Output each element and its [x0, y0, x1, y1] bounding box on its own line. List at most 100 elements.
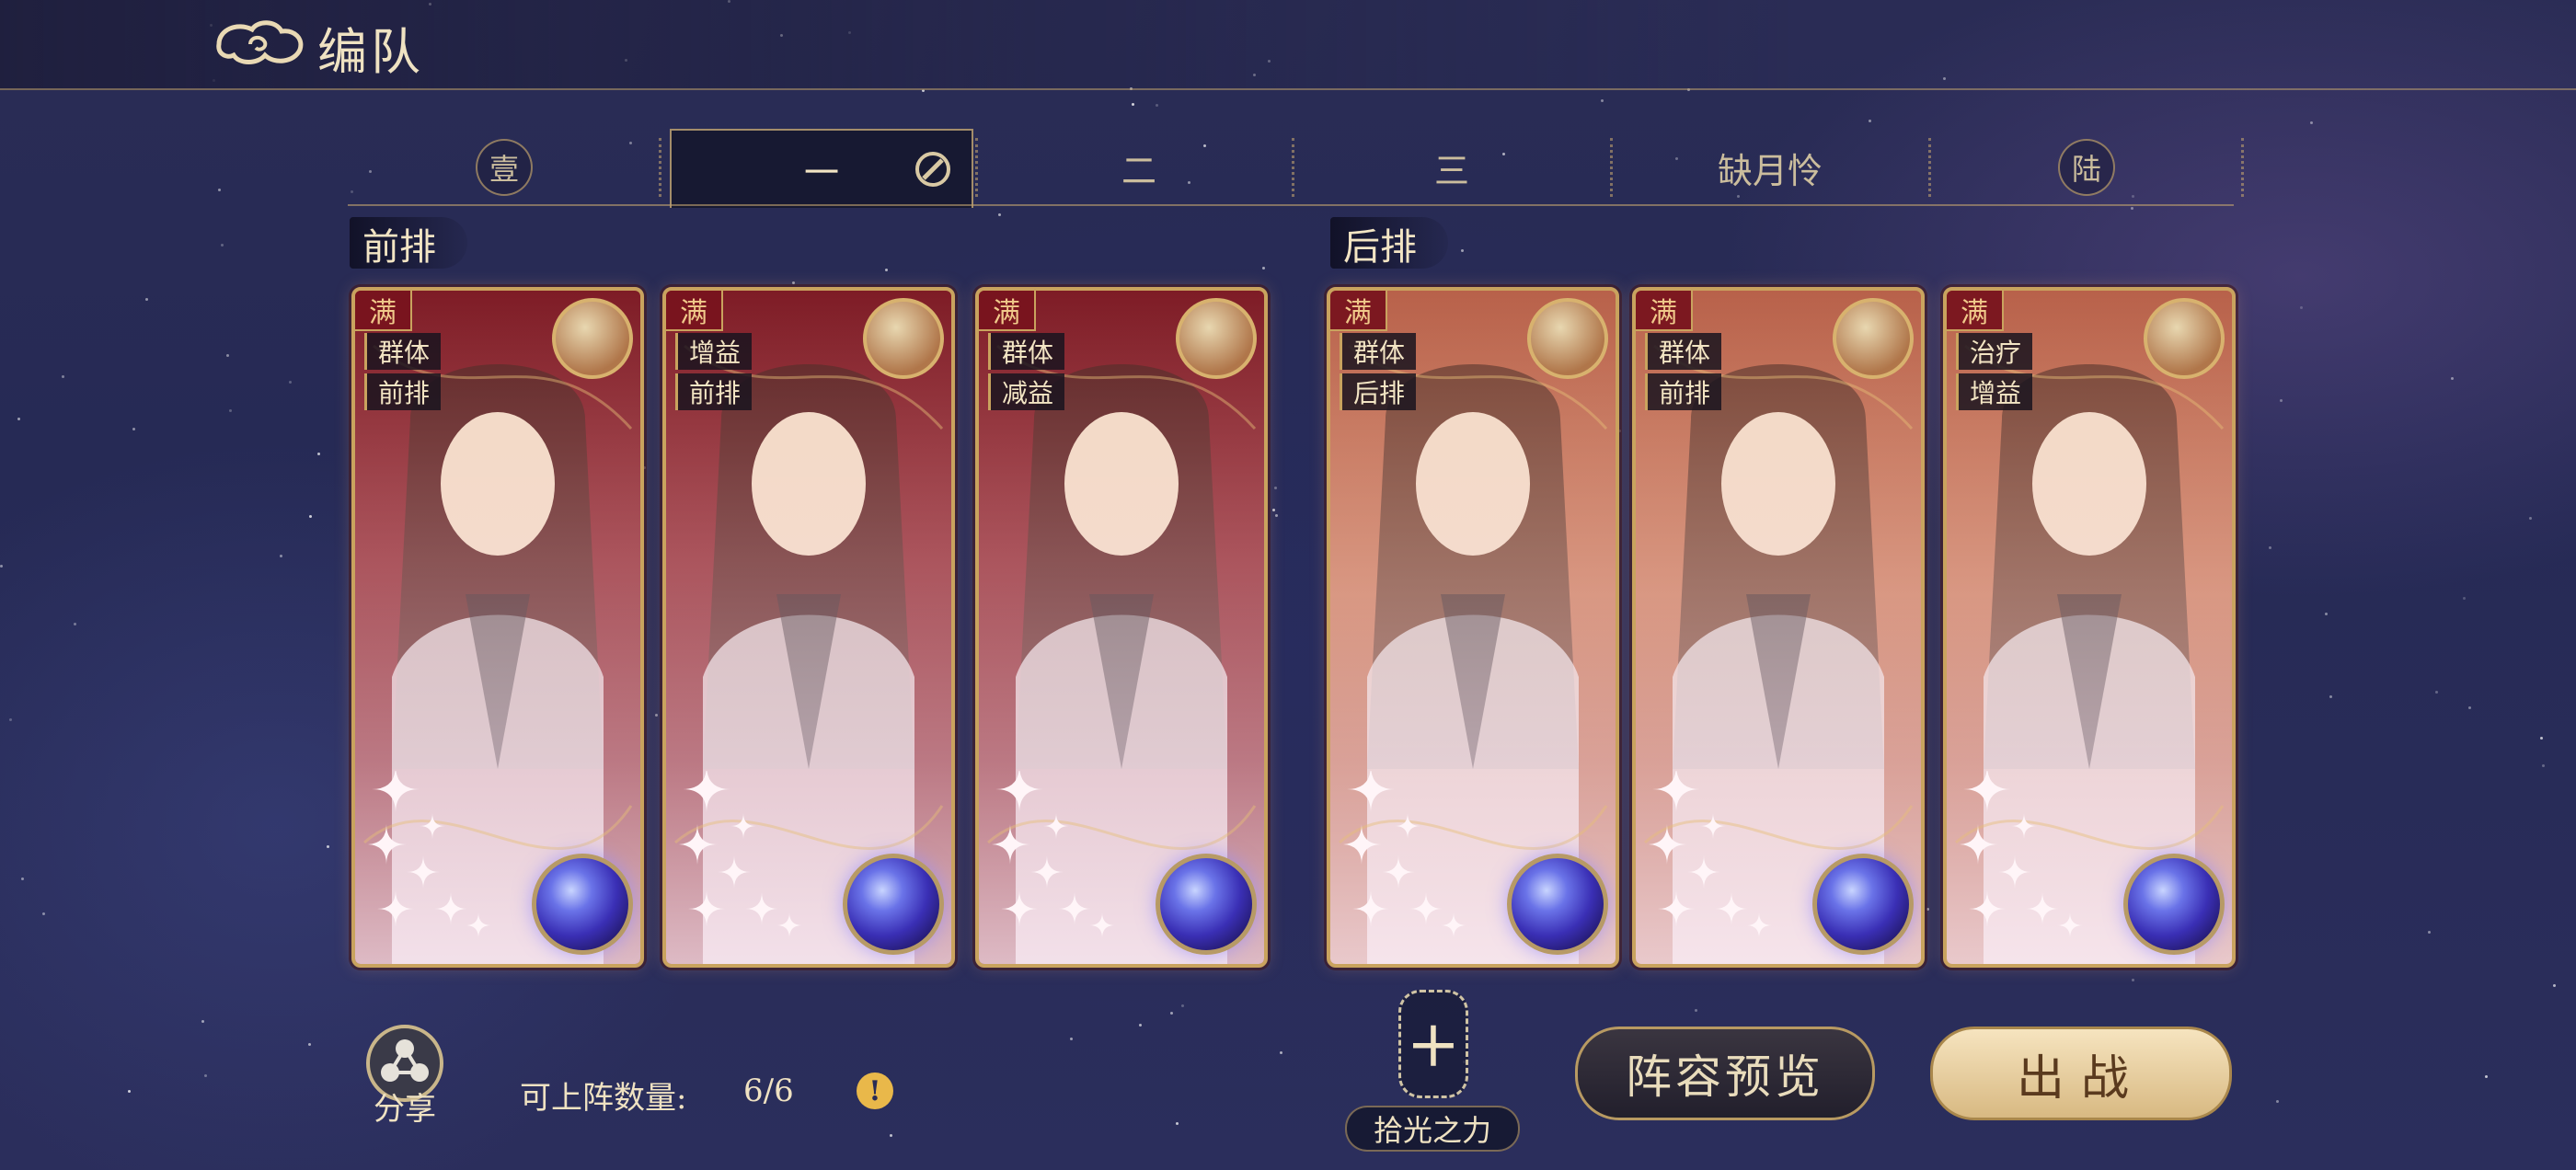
star-dot [2428, 931, 2431, 934]
role-tag: 后排 [1340, 373, 1417, 410]
white-goat-pet-icon[interactable] [2144, 298, 2225, 379]
star-dot [2468, 706, 2471, 709]
star-dot [2463, 597, 2466, 600]
role-tag: 增益 [1956, 373, 2033, 410]
star-dot [1280, 1051, 1282, 1054]
battle-button[interactable]: 出战 [1930, 1027, 2232, 1120]
star-rank-icon [1960, 771, 2083, 938]
character-card[interactable]: 满 群体 后排 [1327, 287, 1619, 968]
max-level-badge: 满 [979, 291, 1036, 331]
character-card[interactable]: 满 增益 前排 [662, 287, 955, 968]
star-dot [890, 1134, 892, 1137]
star-dot [1601, 99, 1604, 102]
deploy-count-value: 6/6 [743, 1072, 794, 1109]
info-icon[interactable]: ! [857, 1072, 893, 1109]
back-row-label: 后排 [1330, 217, 1448, 269]
power-label: 拾光之力 [1345, 1106, 1520, 1152]
edit-name-icon[interactable] [913, 149, 953, 189]
tab-separator [659, 138, 663, 197]
spirit-orb-icon[interactable] [1156, 854, 1257, 955]
character-card[interactable]: 满 群体 减益 [975, 287, 1268, 968]
star-dot [2553, 984, 2556, 987]
white-ghost-pet-icon[interactable] [1527, 298, 1608, 379]
star-dot [1275, 514, 1278, 517]
tab-4[interactable]: 三 [1295, 129, 1608, 206]
role-tag: 前排 [1645, 373, 1722, 410]
tab-5[interactable]: 缺月怜 [1614, 129, 1926, 206]
character-card[interactable]: 满 群体 前排 [351, 287, 644, 968]
star-dot [2269, 546, 2271, 549]
team-tabs: 壹 一 二 三 缺月怜 陆 [348, 129, 2244, 208]
spirit-orb-icon[interactable] [1507, 854, 1608, 955]
star-dot [1132, 103, 1134, 106]
spirit-orb-icon[interactable] [1812, 854, 1914, 955]
star-dot [21, 878, 24, 880]
role-tag: 治疗 [1956, 333, 2033, 370]
share-label[interactable]: 分享 [359, 1084, 451, 1129]
star-rank-icon [992, 771, 1115, 938]
tab-label: 二 [1121, 150, 1156, 191]
tab-6[interactable]: 陆 [1930, 129, 2243, 206]
header-bar: 编队 [0, 0, 2576, 90]
star-dot [998, 213, 1001, 216]
star-dot [2276, 1100, 2279, 1103]
star-dot [2451, 377, 2454, 380]
white-crane-pet-icon[interactable] [1833, 298, 1914, 379]
tab-label: 三 [1433, 150, 1469, 191]
star-dot [1274, 487, 1277, 489]
spirit-orb-icon[interactable] [843, 854, 944, 955]
tab-label: 壹 [476, 139, 533, 196]
star-dot [145, 298, 148, 301]
star-dot [1272, 509, 1275, 511]
white-cat-pet-icon[interactable] [1176, 298, 1257, 379]
star-dot [655, 714, 658, 717]
star-dot [226, 354, 229, 357]
page-title: 编队 [317, 23, 424, 81]
star-dot [792, 281, 795, 284]
star-dot [1170, 1012, 1173, 1015]
star-dot [1156, 104, 1158, 107]
star-dot [2280, 399, 2283, 402]
star-dot [308, 1043, 311, 1046]
star-dot [1181, 1004, 1184, 1007]
tabs-divider [348, 204, 2234, 206]
character-card[interactable]: 满 群体 前排 [1632, 287, 1925, 968]
blue-wolf-pet-icon[interactable] [552, 298, 633, 379]
tab-label: 陆 [2058, 139, 2115, 196]
star-dot [289, 381, 292, 384]
max-level-badge: 满 [1330, 291, 1387, 331]
star-dot [2131, 207, 2133, 210]
max-level-badge: 满 [355, 291, 412, 331]
star-rank-icon [368, 771, 491, 938]
power-slot-button[interactable]: + [1398, 990, 1468, 1098]
star-dot [132, 428, 135, 430]
star-dot [1070, 1038, 1073, 1040]
white-fox-pet-icon[interactable] [863, 298, 944, 379]
role-tag: 群体 [1645, 333, 1722, 370]
star-dot [1926, 908, 1929, 911]
tab-1[interactable]: 壹 [348, 129, 661, 206]
role-tag: 前排 [675, 373, 753, 410]
spirit-orb-icon[interactable] [2123, 854, 2225, 955]
tab-2[interactable]: 一 [670, 129, 973, 208]
star-dot [2542, 764, 2545, 767]
star-dot [0, 565, 3, 568]
star-dot [2325, 613, 2328, 615]
star-dot [2529, 517, 2532, 520]
front-row-label: 前排 [350, 217, 467, 269]
spirit-orb-icon[interactable] [532, 854, 633, 955]
lineup-preview-button[interactable]: 阵容预览 [1575, 1027, 1875, 1120]
star-dot [218, 189, 221, 191]
role-tag: 群体 [364, 333, 442, 370]
star-dot [204, 1074, 207, 1077]
star-rank-icon [1343, 771, 1466, 938]
role-tag: 增益 [675, 333, 753, 370]
star-rank-icon [1649, 771, 1772, 938]
character-card[interactable]: 满 治疗 增益 [1943, 287, 2236, 968]
role-tag: 前排 [364, 373, 442, 410]
star-dot [2310, 121, 2313, 124]
star-dot [885, 269, 888, 271]
tab-label: 一 [803, 152, 839, 193]
tab-3[interactable]: 二 [983, 129, 1295, 206]
cloud-back-icon[interactable] [210, 13, 311, 75]
